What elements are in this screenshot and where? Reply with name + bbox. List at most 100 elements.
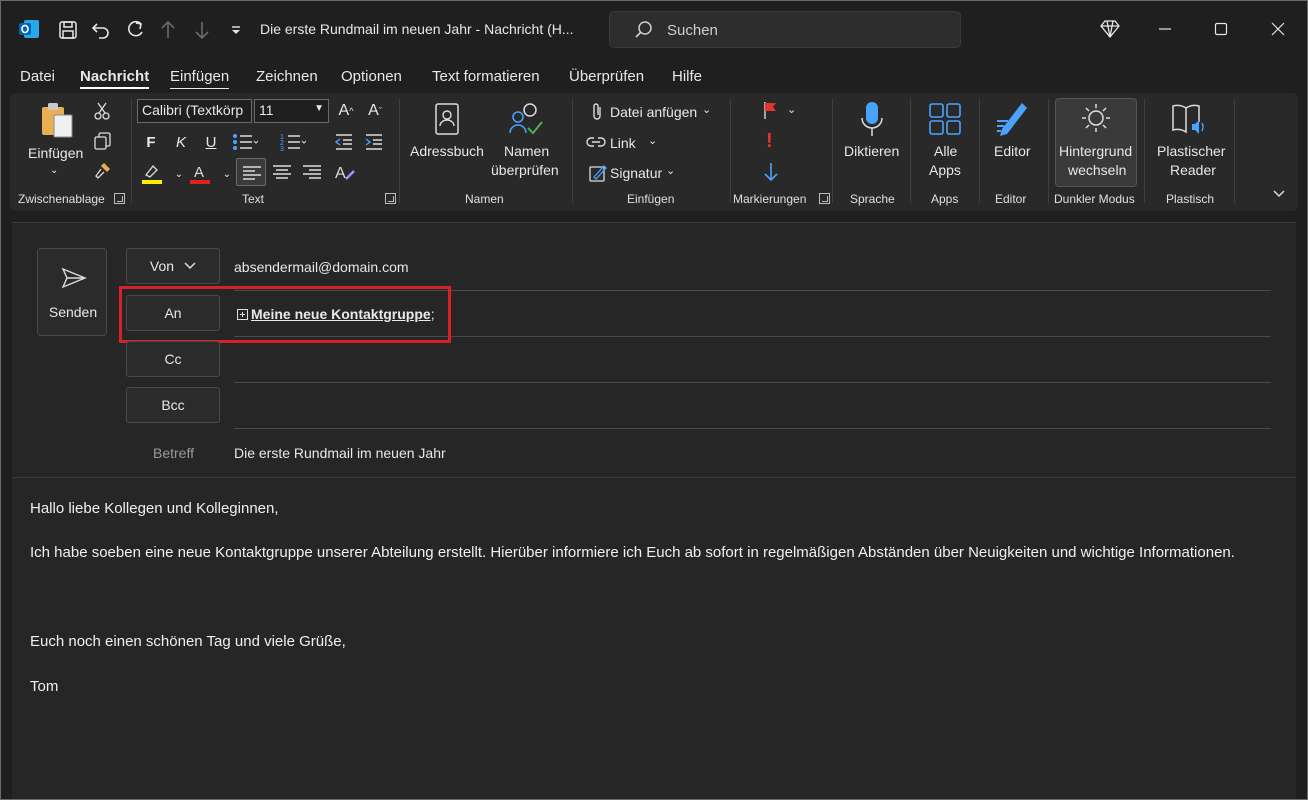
grow-font-icon[interactable]: A ^ [333, 98, 359, 124]
low-importance-icon[interactable] [763, 161, 779, 183]
bullet-list-icon[interactable] [232, 132, 258, 152]
address-book-label[interactable]: Adressbuch [410, 142, 484, 161]
tab-nachricht[interactable]: Nachricht [80, 68, 150, 89]
cc-button[interactable]: Cc [126, 341, 220, 377]
attach-file-label[interactable]: Datei anfügen [610, 104, 697, 120]
flag-chevron-icon[interactable]: ⌄ [787, 103, 796, 116]
tab-hilfe[interactable]: Hilfe [672, 68, 702, 85]
all-apps-label-line2[interactable]: Apps [929, 161, 961, 180]
check-names-label-line2[interactable]: überprüfen [491, 161, 559, 180]
align-center-icon[interactable] [272, 164, 292, 180]
immersive-reader-label-line1[interactable]: Plastischer [1157, 142, 1225, 161]
attach-file-icon[interactable] [590, 102, 604, 122]
font-size-chevron-icon: ▼ [314, 103, 324, 114]
signature-label[interactable]: Signatur [610, 165, 662, 181]
align-right-icon[interactable] [302, 164, 322, 180]
arrow-up-icon[interactable] [154, 16, 182, 44]
search-placeholder: Suchen [667, 22, 718, 39]
subject-label: Betreff [153, 445, 194, 461]
from-value: absendermail@domain.com [234, 259, 409, 275]
immersive-reader-icon[interactable] [1170, 102, 1208, 136]
font-size-select[interactable]: 11 ▼ [254, 99, 329, 123]
save-icon[interactable] [54, 16, 82, 44]
search-box[interactable]: Suchen [609, 11, 961, 48]
signature-icon[interactable] [588, 163, 608, 183]
send-label: Senden [48, 304, 98, 320]
signature-chevron-icon[interactable]: ⌄ [666, 164, 675, 177]
shrink-font-icon[interactable]: Aˇ [362, 98, 388, 124]
body-closing[interactable]: Euch noch einen schönen Tag und viele Gr… [30, 630, 1270, 653]
premium-diamond-icon[interactable] [1095, 14, 1125, 44]
cut-icon[interactable] [94, 102, 110, 120]
group-label-text: Text [242, 192, 265, 206]
text-launcher-icon[interactable] [385, 193, 396, 204]
divider [832, 99, 833, 203]
tab-ueberpruefen[interactable]: Überprüfen [569, 68, 644, 85]
tab-einfuegen[interactable]: Einfügen [170, 68, 230, 89]
align-left-button[interactable] [236, 158, 266, 186]
dictate-label[interactable]: Diktieren [844, 142, 899, 161]
body-paragraph[interactable]: Ich habe soeben eine neue Kontaktgruppe … [30, 541, 1270, 564]
body-signature[interactable]: Tom [30, 675, 1270, 698]
link-label[interactable]: Link [610, 135, 636, 151]
group-label-editor: Editor [995, 192, 1027, 206]
ribbon-expand-chevron-icon[interactable] [1272, 189, 1286, 199]
tab-text-formatieren[interactable]: Text formatieren [432, 68, 540, 85]
highlight-color-icon[interactable] [140, 163, 164, 185]
send-button[interactable]: Senden [37, 248, 107, 336]
svg-text:3: 3 [280, 146, 284, 152]
subject-field[interactable]: Die erste Rundmail im neuen Jahr [234, 445, 446, 461]
clipboard-launcher-icon[interactable] [114, 193, 125, 204]
numbered-list-icon[interactable]: 123 [280, 132, 306, 152]
high-importance-icon[interactable]: ! [766, 130, 773, 153]
immersive-reader-label-line2[interactable]: Reader [1170, 161, 1216, 180]
minimize-icon[interactable] [1150, 14, 1180, 44]
font-family-select[interactable]: Calibri (Textkörp [137, 99, 252, 123]
from-button[interactable]: Von [126, 248, 220, 284]
align-left-icon [243, 166, 261, 180]
group-label-names: Namen [465, 192, 504, 206]
microphone-icon[interactable] [860, 100, 884, 138]
editor-label[interactable]: Editor [994, 142, 1031, 161]
italic-button[interactable]: K [168, 129, 194, 155]
cc-label: Cc [164, 351, 182, 367]
bold-button[interactable]: F [138, 129, 164, 155]
copy-icon[interactable] [94, 132, 112, 150]
tab-zeichnen[interactable]: Zeichnen [256, 68, 318, 85]
tab-datei[interactable]: Datei [20, 68, 55, 85]
all-apps-icon[interactable] [928, 102, 962, 136]
bcc-label: Bcc [161, 397, 185, 413]
tags-launcher-icon[interactable] [819, 193, 830, 204]
link-icon[interactable] [586, 134, 606, 150]
address-book-icon[interactable] [433, 102, 461, 136]
svg-text:A: A [194, 164, 204, 181]
underline-button[interactable]: U [198, 129, 224, 155]
window-title: Die erste Rundmail im neuen Jahr - Nachr… [260, 21, 574, 37]
format-painter-icon[interactable] [94, 161, 112, 179]
redo-icon[interactable] [121, 16, 149, 44]
svg-text:A: A [335, 165, 346, 182]
link-chevron-icon[interactable]: ⌄ [648, 134, 657, 147]
maximize-icon[interactable] [1206, 14, 1236, 44]
tab-optionen[interactable]: Optionen [341, 68, 402, 85]
check-names-icon[interactable] [508, 101, 544, 137]
increase-indent-icon[interactable] [364, 133, 384, 151]
decrease-indent-icon[interactable] [334, 133, 354, 151]
font-color-icon[interactable]: A [188, 163, 212, 185]
follow-up-flag-icon[interactable] [762, 100, 780, 120]
styles-icon[interactable]: A [334, 163, 356, 183]
all-apps-label-line1[interactable]: Alle [934, 142, 957, 161]
divider [234, 428, 1271, 429]
close-icon[interactable] [1263, 14, 1293, 44]
bcc-button[interactable]: Bcc [126, 387, 220, 423]
undo-icon[interactable] [87, 16, 115, 44]
font-family-value: Calibri (Textkörp [142, 102, 244, 118]
arrow-down-icon[interactable] [188, 16, 216, 44]
customize-quick-access-icon[interactable] [222, 16, 250, 44]
editor-pen-icon[interactable] [994, 99, 1030, 137]
check-names-label-line1[interactable]: Namen [504, 142, 549, 161]
attach-file-chevron-icon[interactable]: ⌄ [702, 103, 711, 116]
paste-icon[interactable] [40, 101, 76, 139]
paste-dropdown-chevron-icon[interactable]: ⌄ [50, 161, 58, 180]
body-greeting[interactable]: Hallo liebe Kollegen und Kolleginnen, [30, 497, 1270, 520]
